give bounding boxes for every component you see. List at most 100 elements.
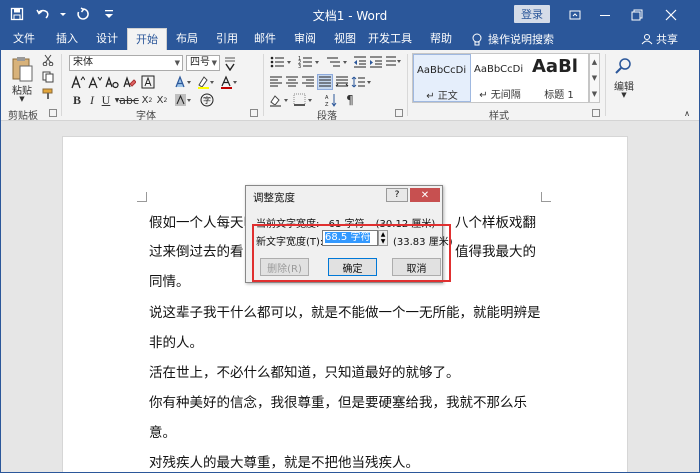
numbering-icon[interactable]: 123 — [297, 55, 323, 69]
doc-line[interactable]: 同情。 — [149, 270, 190, 290]
borders-icon[interactable] — [293, 93, 315, 107]
doc-line[interactable]: 值得我最大的 — [455, 240, 536, 260]
paragraph-shading-icon[interactable] — [269, 93, 291, 107]
stepper-down-icon[interactable]: ▼ — [381, 238, 386, 245]
style-heading-1[interactable]: AaBl 标题 1 — [529, 54, 589, 102]
font-launcher-icon[interactable] — [250, 109, 258, 117]
doc-line[interactable]: 过来倒过去的看， — [149, 240, 257, 260]
style-normal[interactable]: AaBbCcDi ↵ 正文 — [413, 54, 471, 102]
doc-line[interactable]: 活在世上，不必什么都知道，只知道最好的就够了。 — [149, 361, 460, 381]
chinese-layout-icon[interactable] — [385, 55, 403, 69]
login-button[interactable]: 登录 — [514, 5, 550, 23]
distributed-icon[interactable] — [335, 75, 349, 89]
search-icon[interactable] — [613, 56, 635, 76]
undo-icon[interactable] — [33, 5, 53, 23]
doc-line[interactable]: 非的人。 — [149, 331, 203, 351]
decrease-indent-icon[interactable] — [353, 55, 367, 69]
editing-button[interactable]: 编辑 — [611, 78, 637, 93]
bold-icon[interactable]: B — [71, 93, 83, 107]
stepper-up-icon[interactable]: ▲ — [381, 231, 386, 238]
help-icon[interactable]: ? — [386, 188, 408, 202]
ribbon-display-options-icon[interactable] — [561, 1, 589, 28]
tab-insert[interactable]: 插入 — [49, 28, 85, 50]
width-stepper[interactable]: ▲ ▼ — [378, 230, 388, 246]
undo-dropdown-icon[interactable] — [59, 5, 67, 23]
font-name-select[interactable]: 宋体 ▼ — [69, 55, 183, 71]
styles-launcher-icon[interactable] — [592, 109, 600, 117]
tab-references[interactable]: 引用 — [209, 28, 245, 50]
align-left-icon[interactable] — [269, 75, 283, 89]
style-no-spacing[interactable]: AaBbCcDi ↵ 无间隔 — [471, 54, 529, 102]
grow-font-icon[interactable] — [71, 75, 85, 89]
restore-icon[interactable] — [623, 1, 651, 28]
cancel-button[interactable]: 取消 — [392, 258, 441, 276]
change-case-icon[interactable] — [105, 75, 119, 89]
phonetic-guide-icon[interactable] — [223, 55, 237, 71]
tab-mailings[interactable]: 邮件 — [247, 28, 283, 50]
paste-dropdown-icon[interactable]: ▼ — [15, 95, 29, 103]
tab-design[interactable]: 设计 — [89, 28, 125, 50]
customize-qat-icon[interactable] — [99, 5, 119, 23]
editing-dropdown-icon[interactable]: ▼ — [618, 91, 630, 99]
shrink-font-icon[interactable] — [88, 75, 102, 89]
tab-view[interactable]: 视图 — [327, 28, 363, 50]
doc-line[interactable]: 假如一个人每天叫 — [149, 211, 257, 231]
text-effects-icon[interactable] — [173, 75, 195, 89]
tab-home[interactable]: 开始 — [127, 28, 167, 50]
shading-icon[interactable] — [173, 93, 195, 107]
enclose-characters-icon[interactable]: 字 — [200, 93, 214, 107]
cut-icon[interactable] — [41, 53, 55, 67]
show-formatting-icon[interactable]: ¶ — [343, 93, 357, 107]
doc-line[interactable]: 说这辈子我干什么都可以，就是不能做一个一无所能，就能明辨是 — [149, 301, 541, 321]
scroll-up-icon[interactable]: ▲ — [592, 58, 597, 66]
paste-button[interactable]: 粘贴 — [9, 82, 35, 97]
font-size-select[interactable]: 四号 ▼ — [186, 55, 220, 71]
paste-icon[interactable] — [9, 54, 35, 84]
styles-scroll[interactable]: ▲ ▼ ▼ — [589, 53, 600, 103]
clipboard-launcher-icon[interactable] — [49, 109, 57, 117]
clear-formatting-icon[interactable] — [122, 75, 136, 89]
multilevel-list-icon[interactable] — [325, 55, 351, 69]
dialog-title: 调整宽度 — [253, 192, 295, 204]
share-button[interactable]: 共享 — [641, 28, 678, 50]
justify-icon[interactable] — [317, 74, 333, 90]
tab-developer[interactable]: 开发工具 — [365, 28, 415, 50]
paragraph-launcher-icon[interactable] — [395, 109, 403, 117]
character-border-icon[interactable] — [141, 75, 155, 89]
line-spacing-icon[interactable] — [351, 75, 373, 89]
more-styles-icon[interactable]: ▼ — [592, 90, 597, 98]
collapse-ribbon-icon[interactable]: ∧ — [681, 108, 693, 118]
underline-icon[interactable]: U — [100, 93, 112, 107]
sort-icon[interactable]: AZ — [325, 93, 339, 107]
tab-review[interactable]: 审阅 — [287, 28, 323, 50]
doc-line[interactable]: 对残疾人的最大尊重，就是不把他当残疾人。 — [149, 451, 419, 471]
new-width-input[interactable]: 68.5 字符 — [322, 230, 378, 246]
doc-line[interactable]: 意。 — [149, 421, 176, 441]
bullets-icon[interactable] — [269, 55, 295, 69]
tab-layout[interactable]: 布局 — [169, 28, 205, 50]
tab-help[interactable]: 帮助 — [423, 28, 459, 50]
minimize-icon[interactable] — [591, 1, 619, 28]
close-icon[interactable]: ✕ — [410, 188, 440, 202]
doc-line[interactable]: 你有种美好的信念，我很尊重，但是要硬塞给我，我就不那么乐 — [149, 391, 527, 411]
doc-line[interactable]: 八个样板戏翻 — [455, 211, 536, 231]
tab-file[interactable]: 文件 — [7, 28, 41, 50]
tell-me-search[interactable]: 操作说明搜索 — [471, 28, 554, 50]
delete-button[interactable]: 删除(R) — [260, 258, 309, 276]
redo-icon[interactable] — [73, 5, 93, 23]
save-icon[interactable] — [7, 5, 27, 23]
highlight-icon[interactable] — [196, 75, 218, 89]
increase-indent-icon[interactable] — [369, 55, 383, 69]
subscript-icon[interactable]: X2 — [141, 93, 153, 107]
superscript-icon[interactable]: X2 — [156, 93, 168, 107]
scroll-down-icon[interactable]: ▼ — [592, 74, 597, 82]
close-window-icon[interactable] — [657, 1, 685, 28]
ok-button[interactable]: 确定 — [328, 258, 377, 276]
format-painter-icon[interactable] — [41, 87, 55, 101]
copy-icon[interactable] — [41, 70, 55, 84]
font-color-icon[interactable] — [219, 75, 241, 89]
italic-icon[interactable]: I — [86, 93, 98, 107]
align-center-icon[interactable] — [285, 75, 299, 89]
align-right-icon[interactable] — [301, 75, 315, 89]
strikethrough-icon[interactable]: abc — [119, 93, 139, 107]
